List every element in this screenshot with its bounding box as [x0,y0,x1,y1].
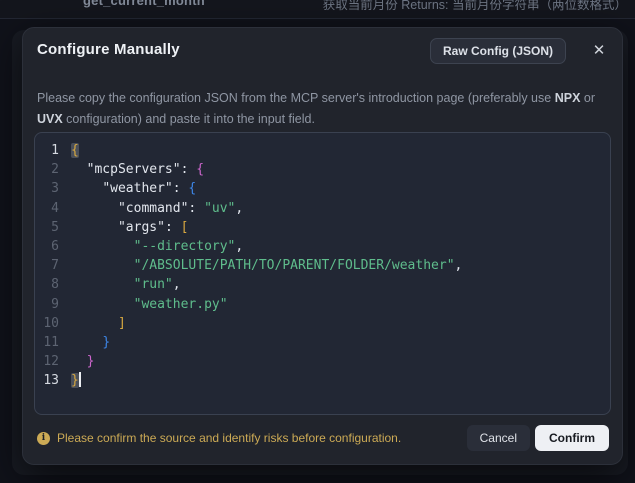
code-line: 12 } [35,351,610,370]
confirm-button[interactable]: Confirm [535,425,609,451]
description-text: configuration) and paste it into the inp… [62,111,315,126]
code-line: 9 "weather.py" [35,294,610,313]
code-line: 6 "--directory", [35,236,610,255]
line-number: 13 [43,373,59,389]
description-text: Please copy the configuration JSON from … [37,91,555,105]
description-text: or [580,91,599,105]
code-line: 1{ [35,140,610,159]
line-number: 4 [51,200,59,216]
code-line: 5 "args": [ [35,217,610,236]
config-json-editor[interactable]: 1{2 "mcpServers": {3 "weather": {4 "comm… [34,132,611,415]
code-line: 7 "/ABSOLUTE/PATH/TO/PARENT/FOLDER/weath… [35,255,610,274]
line-number: 10 [43,315,59,331]
background-tool-name: get_current_month [83,0,205,8]
code-line: 2 "mcpServers": { [35,159,610,178]
line-number: 7 [51,258,59,274]
warning-message: i Please confirm the source and identify… [37,431,401,445]
line-number: 9 [51,296,59,312]
line-number: 5 [51,219,59,235]
line-number: 1 [51,143,59,158]
close-icon[interactable]: ✕ [588,40,610,62]
background-tool-description: 获取当前月份 Returns: 当前月份字符串（两位数格式） [322,0,627,12]
code-line: 11 } [35,332,610,351]
text-cursor [78,372,81,388]
line-number: 11 [43,334,59,350]
modal-title: Configure Manually [37,41,180,58]
warning-text: Please confirm the source and identify r… [57,431,402,445]
code-line: 4 "command": "uv", [35,198,610,217]
configure-manually-modal: Configure Manually Raw Config (JSON) ✕ P… [22,27,623,465]
code-lines: 1{2 "mcpServers": {3 "weather": {4 "comm… [35,140,610,389]
description-uvx: UVX [37,111,63,126]
cancel-button[interactable]: Cancel [466,425,530,451]
info-icon: i [37,431,50,445]
line-number: 12 [43,354,59,370]
code-line: 10 ] [35,313,610,332]
background-toolbar-row: get_current_month 获取当前月份 Returns: 当前月份字符… [0,0,635,19]
code-line: 8 "run", [35,274,610,293]
line-number: 3 [51,181,59,197]
line-number: 6 [51,238,59,254]
modal-description: Please copy the configuration JSON from … [37,88,612,129]
line-number: 2 [51,162,59,178]
code-line: 13} [35,370,610,389]
code-line: 3 "weather": { [35,178,610,197]
line-number: 8 [51,277,59,293]
raw-config-json-button[interactable]: Raw Config (JSON) [430,38,566,64]
description-npx: NPX [554,91,581,105]
